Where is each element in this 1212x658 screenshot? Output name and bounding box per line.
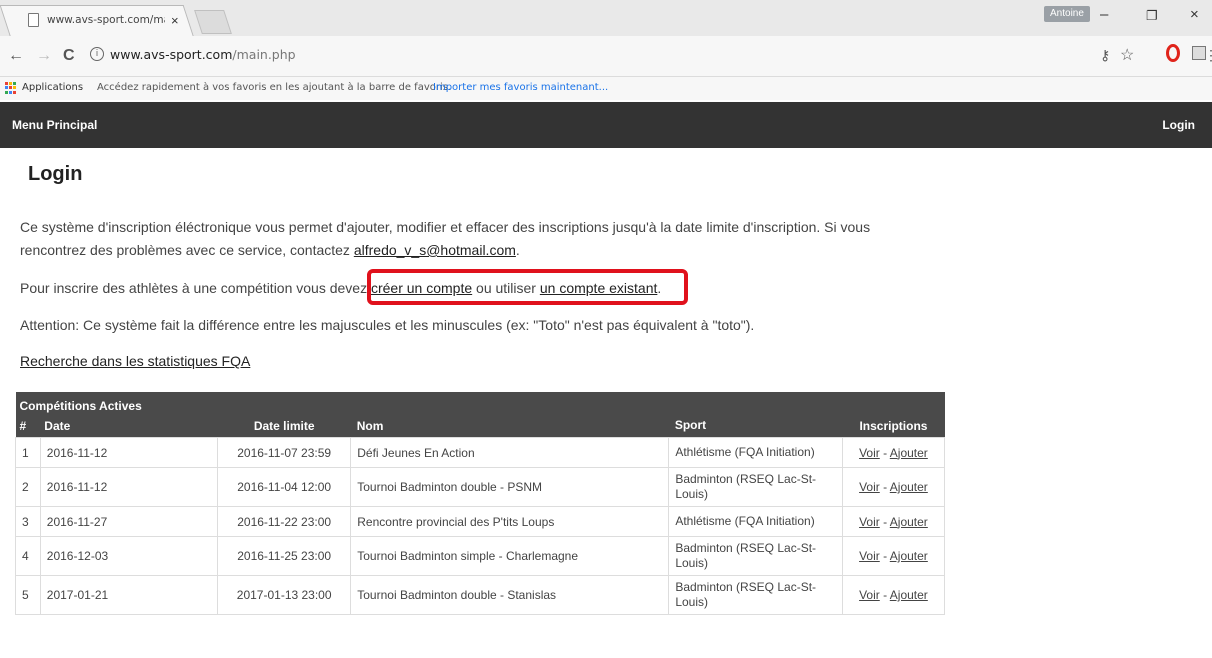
bookmark-apps[interactable]: Applications xyxy=(22,82,83,93)
cell-limit: 2016-11-25 23:00 xyxy=(217,536,352,576)
voir-link[interactable]: Voir xyxy=(859,549,880,563)
bookmarks-bar: Applications Accédez rapidement à vos fa… xyxy=(0,77,1212,100)
new-tab-button[interactable] xyxy=(194,10,232,34)
ajouter-link[interactable]: Ajouter xyxy=(890,515,928,529)
forward-icon[interactable]: → xyxy=(36,47,52,65)
tab-title: www.avs-sport.com/main.php xyxy=(47,14,165,26)
cell-date: 2017-01-21 xyxy=(39,575,219,615)
cell-name: Tournoi Badminton double - PSNM xyxy=(350,467,670,507)
browser-tab[interactable]: www.avs-sport.com/main.php × xyxy=(20,5,190,35)
fqa-stats-link[interactable]: Recherche dans les statistiques FQA xyxy=(20,353,250,369)
cell-date: 2016-11-27 xyxy=(39,506,219,537)
col-inscriptions: Inscriptions xyxy=(842,414,945,438)
col-num: # xyxy=(15,414,41,438)
top-nav: Menu Principal Login xyxy=(0,102,1212,148)
ajouter-link[interactable]: Ajouter xyxy=(890,446,928,460)
competitions-table: Compétitions Actives # Date Date limite … xyxy=(15,392,946,615)
cell-num: 1 xyxy=(15,437,41,468)
col-name: Nom xyxy=(350,414,669,438)
cell-name: Tournoi Badminton simple - Charlemagne xyxy=(350,536,670,576)
cell-date: 2016-11-12 xyxy=(39,437,219,468)
highlight-box xyxy=(367,269,688,305)
import-bookmarks-link[interactable]: Importer mes favoris maintenant... xyxy=(433,82,608,93)
cell-sport: Badminton (RSEQ Lac-St-Louis) xyxy=(668,467,843,507)
cell-limit: 2016-11-07 23:59 xyxy=(217,437,352,468)
browser-chrome: www.avs-sport.com/main.php × Antoine – ❐… xyxy=(0,0,1212,100)
cell-sport: Badminton (RSEQ Lac-St-Louis) xyxy=(668,536,843,576)
voir-link[interactable]: Voir xyxy=(859,588,880,602)
page-title: Login xyxy=(28,163,83,185)
ajouter-link[interactable]: Ajouter xyxy=(890,549,928,563)
info-icon[interactable]: i xyxy=(90,47,104,61)
cell-limit: 2017-01-13 23:00 xyxy=(217,575,352,615)
apps-icon[interactable] xyxy=(5,82,17,94)
cell-inscriptions: Voir - Ajouter xyxy=(841,536,946,576)
url-input[interactable]: i www.avs-sport.com/main.php xyxy=(86,42,1146,68)
profile-button[interactable]: Antoine xyxy=(1044,6,1090,22)
table-row: 4 2016-12-03 2016-11-25 23:00 Tournoi Ba… xyxy=(15,536,946,576)
page-icon xyxy=(28,13,39,27)
ajouter-link[interactable]: Ajouter xyxy=(890,480,928,494)
cell-name: Tournoi Badminton double - Stanislas xyxy=(350,575,670,615)
bookmark-star-icon[interactable]: ☆ xyxy=(1120,45,1134,65)
cell-inscriptions: Voir - Ajouter xyxy=(841,575,946,615)
cell-num: 3 xyxy=(15,506,41,537)
maximize-icon[interactable]: ❐ xyxy=(1146,8,1158,24)
cell-sport: Athlétisme (FQA Initiation) xyxy=(668,437,843,468)
address-bar: ← → C i www.avs-sport.com/main.php ⚷ ☆ ⋮ xyxy=(0,36,1212,77)
contact-email-link[interactable]: alfredo_v_s@hotmail.com xyxy=(354,242,516,258)
table-row: 3 2016-11-27 2016-11-22 23:00 Rencontre … xyxy=(15,506,946,537)
stats-paragraph: Recherche dans les statistiques FQA xyxy=(20,350,250,373)
cell-name: Rencontre provincial des P'tits Loups xyxy=(350,506,670,537)
cell-inscriptions: Voir - Ajouter xyxy=(841,506,946,537)
cell-date: 2016-12-03 xyxy=(39,536,219,576)
table-row: 1 2016-11-12 2016-11-07 23:59 Défi Jeune… xyxy=(15,437,946,468)
col-limit: Date limite xyxy=(217,414,351,438)
cell-num: 5 xyxy=(15,575,41,615)
tab-close-icon[interactable]: × xyxy=(171,13,179,28)
cell-num: 2 xyxy=(15,467,41,507)
reload-icon[interactable]: C xyxy=(63,47,75,65)
intro-paragraph: Ce système d'inscription éléctronique vo… xyxy=(20,219,871,258)
table-row: 5 2017-01-21 2017-01-13 23:00 Tournoi Ba… xyxy=(15,575,946,615)
table-caption: Compétitions Actives xyxy=(15,392,945,414)
bookmarks-hint: Accédez rapidement à vos favoris en les … xyxy=(97,82,452,93)
col-date: Date xyxy=(40,414,218,438)
col-sport: Sport xyxy=(668,414,843,438)
url-text: www.avs-sport.com/main.php xyxy=(110,47,296,62)
tab-strip: www.avs-sport.com/main.php × Antoine – ❐… xyxy=(0,0,1212,37)
cell-inscriptions: Voir - Ajouter xyxy=(841,467,946,507)
voir-link[interactable]: Voir xyxy=(859,446,880,460)
cell-name: Défi Jeunes En Action xyxy=(350,437,670,468)
ajouter-link[interactable]: Ajouter xyxy=(890,588,928,602)
cell-limit: 2016-11-22 23:00 xyxy=(217,506,352,537)
voir-link[interactable]: Voir xyxy=(859,480,880,494)
cell-date: 2016-11-12 xyxy=(39,467,219,507)
back-icon[interactable]: ← xyxy=(8,47,24,65)
opera-icon[interactable] xyxy=(1166,44,1180,62)
nav-main-menu[interactable]: Menu Principal xyxy=(12,118,97,132)
menu-icon[interactable]: ⋮ xyxy=(1204,47,1212,64)
cell-inscriptions: Voir - Ajouter xyxy=(841,437,946,468)
cell-num: 4 xyxy=(15,536,41,576)
nav-login[interactable]: Login xyxy=(1162,118,1195,132)
window-close-icon[interactable]: × xyxy=(1190,6,1199,23)
cell-sport: Athlétisme (FQA Initiation) xyxy=(668,506,843,537)
case-warning: Attention: Ce système fait la différence… xyxy=(20,317,755,333)
key-icon[interactable]: ⚷ xyxy=(1100,47,1110,64)
minimize-icon[interactable]: – xyxy=(1100,6,1108,23)
cell-sport: Badminton (RSEQ Lac-St-Louis) xyxy=(668,575,843,615)
table-row: 2 2016-11-12 2016-11-04 12:00 Tournoi Ba… xyxy=(15,467,946,507)
cell-limit: 2016-11-04 12:00 xyxy=(217,467,352,507)
voir-link[interactable]: Voir xyxy=(859,515,880,529)
